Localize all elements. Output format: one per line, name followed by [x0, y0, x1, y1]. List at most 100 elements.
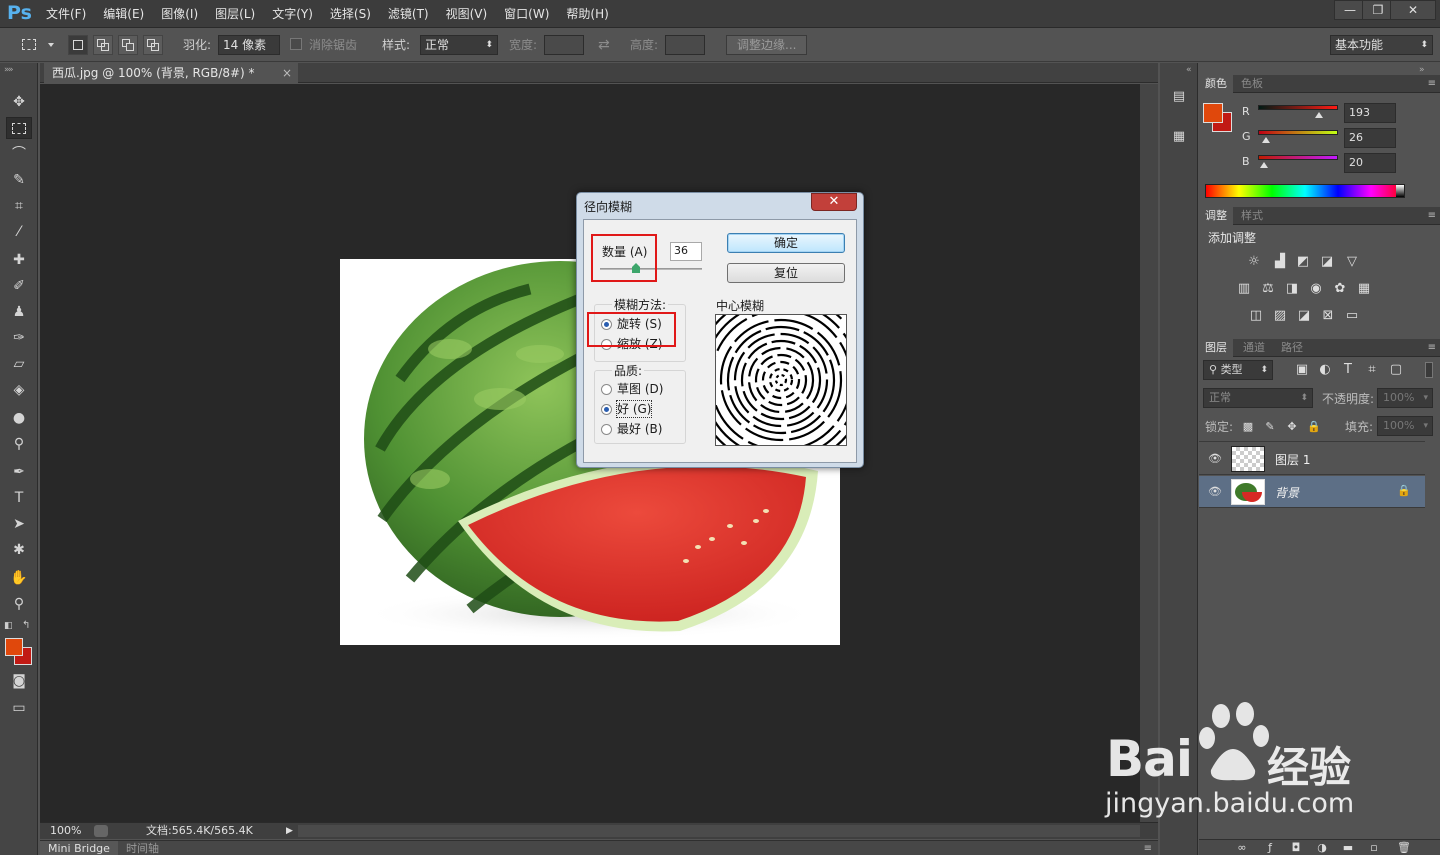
menu-help[interactable]: 帮助(H): [566, 0, 617, 28]
status-menu-arrow-icon[interactable]: ▶: [286, 823, 293, 839]
filter-toggle[interactable]: [1425, 362, 1433, 378]
document-tab[interactable]: 西瓜.jpg @ 100% (背景, RGB/8#) * ×: [44, 63, 298, 83]
fx-icon[interactable]: ƒ: [1261, 841, 1279, 855]
properties-panel-icon[interactable]: ▦: [1169, 127, 1189, 147]
brush-tool-icon[interactable]: ✐: [6, 275, 32, 297]
brightness-icon[interactable]: ☼: [1245, 255, 1263, 269]
reset-button[interactable]: 复位: [727, 263, 845, 283]
swap-colors-icon[interactable]: ↰: [22, 620, 30, 631]
layer-row-selected[interactable]: 👁 背景 🔒: [1199, 476, 1425, 508]
filter-type-icon[interactable]: T: [1339, 363, 1357, 377]
layer-row[interactable]: 👁 图层 1: [1199, 443, 1425, 475]
ok-button[interactable]: 确定: [727, 233, 845, 253]
hue-saturation-icon[interactable]: ▥: [1235, 282, 1253, 296]
channel-b-value[interactable]: 20: [1344, 153, 1396, 173]
quality-best-radio[interactable]: [601, 424, 612, 435]
zoom-tool-icon[interactable]: ⚲: [6, 593, 32, 615]
color-spectrum-bar[interactable]: [1205, 184, 1405, 198]
tab-adjustments[interactable]: 调整: [1199, 207, 1233, 225]
quality-good-radio[interactable]: [601, 404, 612, 415]
panel-menu-icon[interactable]: ≡: [1428, 339, 1436, 357]
channel-r-thumb[interactable]: [1314, 112, 1323, 118]
foreground-color-swatch[interactable]: [5, 638, 23, 656]
history-brush-tool-icon[interactable]: ✑: [6, 327, 32, 349]
status-info-icon[interactable]: [94, 825, 108, 837]
new-adjustment-icon[interactable]: ◑: [1313, 841, 1331, 855]
quick-selection-tool-icon[interactable]: ✎: [6, 169, 32, 191]
channel-b-slider[interactable]: [1258, 155, 1338, 160]
close-window-button[interactable]: ✕: [1390, 0, 1436, 20]
exposure-icon[interactable]: ◪: [1318, 255, 1336, 269]
filter-smart-object-icon[interactable]: ▢: [1387, 363, 1405, 377]
levels-icon[interactable]: ▟: [1271, 255, 1289, 269]
new-group-icon[interactable]: ▬: [1339, 841, 1357, 855]
horizontal-scrollbar[interactable]: [298, 825, 1140, 837]
antialias-checkbox[interactable]: [290, 38, 302, 50]
channel-r-value[interactable]: 193: [1344, 103, 1396, 123]
posterize-icon[interactable]: ▨: [1271, 309, 1289, 323]
menu-layer[interactable]: 图层(L): [215, 0, 264, 28]
vibrance-icon[interactable]: ▽: [1343, 255, 1361, 269]
workspace-select[interactable]: 基本功能 ⬍: [1330, 35, 1433, 55]
new-layer-icon[interactable]: ▫: [1365, 841, 1383, 855]
height-input[interactable]: [665, 35, 705, 55]
tab-swatches[interactable]: 色板: [1235, 75, 1269, 93]
menu-select[interactable]: 选择(S): [330, 0, 380, 28]
fill-input[interactable]: 100% ▾: [1377, 416, 1433, 436]
channel-g-value[interactable]: 26: [1344, 128, 1396, 148]
photo-filter-icon[interactable]: ◉: [1307, 282, 1325, 296]
tab-styles[interactable]: 样式: [1235, 207, 1269, 225]
tab-timeline[interactable]: 时间轴: [120, 841, 165, 855]
color-balance-icon[interactable]: ⚖: [1259, 282, 1277, 296]
channel-g-thumb[interactable]: [1262, 137, 1271, 143]
marquee-tool-preset-icon[interactable]: [20, 36, 54, 54]
menu-file[interactable]: 文件(F): [46, 0, 95, 28]
history-panel-icon[interactable]: ▤: [1169, 87, 1189, 107]
amount-input[interactable]: 36: [670, 242, 702, 261]
expand-icon[interactable]: «: [1186, 65, 1192, 75]
layer-filter-select[interactable]: ⚲ 类型 ⬍: [1203, 360, 1273, 380]
close-tab-icon[interactable]: ×: [282, 63, 292, 83]
healing-brush-tool-icon[interactable]: ✚: [6, 249, 32, 271]
crop-tool-icon[interactable]: ⌗: [6, 195, 32, 217]
channel-r-slider[interactable]: [1258, 105, 1338, 110]
tab-paths[interactable]: 路径: [1275, 339, 1309, 357]
panel-menu-icon[interactable]: ≡: [1428, 207, 1436, 225]
move-tool-icon[interactable]: ✥: [6, 91, 32, 113]
swap-icon[interactable]: ⇄: [598, 35, 610, 55]
add-mask-icon[interactable]: ◘: [1287, 841, 1305, 855]
intersect-selection-icon[interactable]: [143, 35, 163, 55]
menu-view[interactable]: 视图(V): [446, 0, 497, 28]
zoom-level[interactable]: 100%: [50, 823, 81, 839]
menu-type[interactable]: 文字(Y): [272, 0, 322, 28]
menu-filter[interactable]: 滤镜(T): [388, 0, 438, 28]
pen-tool-icon[interactable]: ✒: [6, 461, 32, 483]
collapse-icon[interactable]: »: [8, 65, 14, 75]
screen-mode-icon[interactable]: ▭: [6, 697, 32, 719]
menu-edit[interactable]: 编辑(E): [103, 0, 153, 28]
quick-mask-icon[interactable]: ◙: [6, 670, 32, 692]
add-selection-icon[interactable]: [93, 35, 113, 55]
tab-channels[interactable]: 通道: [1237, 339, 1271, 357]
width-input[interactable]: [544, 35, 584, 55]
filter-pixel-icon[interactable]: ▣: [1293, 363, 1311, 377]
style-select[interactable]: 正常 ⬍: [420, 35, 498, 55]
refine-edge-button[interactable]: 调整边缘...: [726, 35, 808, 55]
paint-bucket-tool-icon[interactable]: ◈: [6, 379, 32, 401]
tab-mini-bridge[interactable]: Mini Bridge: [40, 841, 118, 855]
new-selection-icon[interactable]: [68, 35, 88, 55]
tab-color[interactable]: 颜色: [1199, 75, 1233, 93]
feather-input[interactable]: 14 像素: [218, 35, 280, 55]
lock-all-icon[interactable]: 🔒: [1305, 420, 1323, 434]
subtract-selection-icon[interactable]: [118, 35, 138, 55]
eyedropper-tool-icon[interactable]: ⁄: [6, 221, 32, 243]
menu-image[interactable]: 图像(I): [161, 0, 207, 28]
gradient-map-icon[interactable]: ▭: [1343, 309, 1361, 323]
eraser-tool-icon[interactable]: ▱: [6, 353, 32, 375]
clone-stamp-tool-icon[interactable]: ♟: [6, 301, 32, 323]
lock-position-icon[interactable]: ✥: [1283, 420, 1301, 434]
link-layers-icon[interactable]: ∞: [1233, 841, 1251, 855]
visibility-eye-icon[interactable]: 👁: [1208, 485, 1222, 498]
lasso-tool-icon[interactable]: ⌒: [6, 143, 32, 165]
dodge-tool-icon[interactable]: ⚲: [6, 433, 32, 455]
